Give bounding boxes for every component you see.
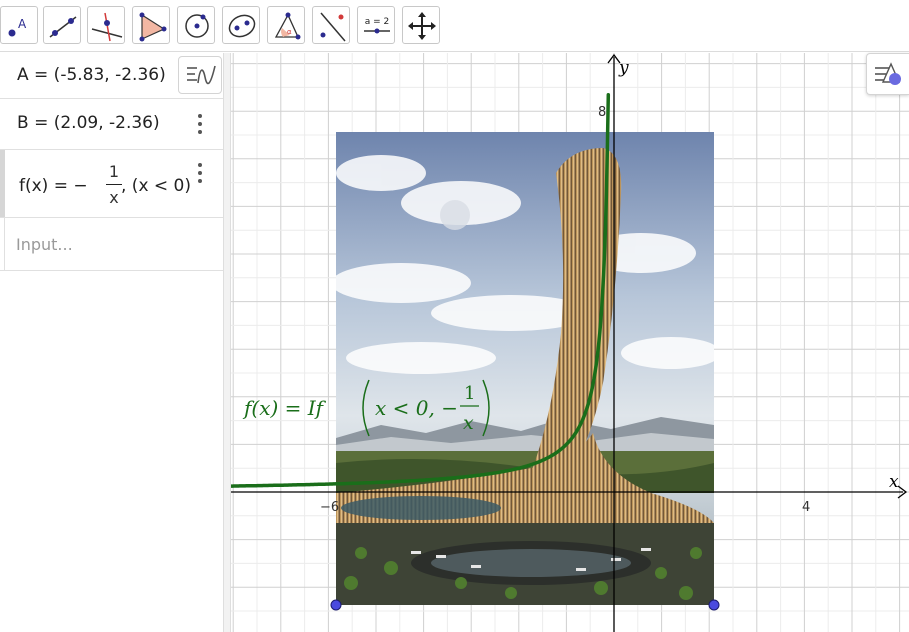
style-bar-icon (875, 62, 901, 85)
perpendicular-tool-icon (91, 12, 123, 42)
more-options-icon[interactable] (196, 113, 204, 135)
reflect-tool-icon (320, 12, 346, 42)
conic-tool-button[interactable] (222, 6, 260, 44)
polygon-tool-button[interactable] (132, 6, 170, 44)
move-graphics-view-button[interactable] (402, 6, 440, 44)
futuristic-tower-photo[interactable] (331, 132, 721, 605)
y-tick-label-8: 8 (598, 105, 606, 120)
function-label-numerator: 1 (464, 383, 475, 404)
conic-tool-icon (228, 14, 256, 38)
algebra-style-button[interactable] (178, 56, 222, 94)
input-marker (0, 218, 5, 270)
line-tool-button[interactable] (43, 6, 81, 44)
function-label-denominator: x (463, 412, 474, 434)
point-tool-icon: A (8, 17, 27, 37)
point-tool-button[interactable]: A (0, 6, 38, 44)
algebra-item-text: B = (2.09, -2.36) (17, 113, 160, 133)
input-bar[interactable]: Input... (16, 235, 73, 254)
fraction-numerator: 1 (108, 162, 120, 181)
angle-tool-button[interactable]: α (267, 6, 305, 44)
algebra-view: A = (-5.83, -2.36) B = (2.09, -2.36) f(x… (0, 53, 223, 632)
point-a[interactable] (330, 599, 342, 611)
x-axis-label: x (889, 472, 899, 492)
move-graphics-view-icon (408, 12, 436, 40)
polygon-tool-icon (139, 12, 167, 42)
algebra-item-function-f[interactable]: f(x) = − 1 x , (x < 0) (0, 150, 223, 218)
algebra-input-row[interactable]: Input... (0, 218, 223, 271)
fraction-denominator: x (109, 188, 119, 207)
svg-text:a = 2: a = 2 (365, 17, 390, 27)
function-label-condition: x < 0, − (375, 396, 458, 420)
graphics-view[interactable]: x y −6 4 8 f(x) = If x < 0, − 1 x (231, 53, 909, 632)
fraction-bar (106, 184, 122, 185)
circle-center-tool-button[interactable] (177, 6, 215, 44)
circle-center-tool-icon (185, 14, 209, 38)
y-axis-label: y (618, 58, 629, 78)
function-label-prefix: f(x) = If (242, 396, 327, 420)
x-tick-label-4: 4 (802, 500, 810, 515)
panel-divider[interactable] (223, 53, 231, 632)
more-options-icon[interactable] (196, 162, 204, 184)
svg-text:α: α (287, 28, 292, 36)
point-b[interactable] (708, 599, 720, 611)
algebra-item-text: A = (-5.83, -2.36) (17, 65, 166, 85)
angle-tool-icon: α (274, 12, 301, 40)
graphics-canvas[interactable]: x y −6 4 8 f(x) = If x < 0, − 1 x (231, 53, 909, 632)
line-tool-icon (49, 16, 77, 38)
algebra-style-icon (187, 65, 216, 85)
slider-tool-button[interactable]: a = 2 (357, 6, 395, 44)
reflect-tool-button[interactable] (312, 6, 350, 44)
graphics-style-bar-button[interactable] (866, 53, 909, 95)
perpendicular-tool-button[interactable] (87, 6, 125, 44)
algebra-item-point-b[interactable]: B = (2.09, -2.36) (0, 99, 223, 150)
toolbar: A α a = 2 (0, 0, 909, 52)
x-tick-label-neg6: −6 (320, 500, 339, 515)
slider-tool-icon: a = 2 (364, 17, 390, 34)
svg-text:A: A (18, 17, 27, 31)
selection-marker (0, 150, 5, 217)
function-condition: , (x < 0) (121, 176, 192, 196)
function-prefix: f(x) = − (19, 176, 88, 196)
